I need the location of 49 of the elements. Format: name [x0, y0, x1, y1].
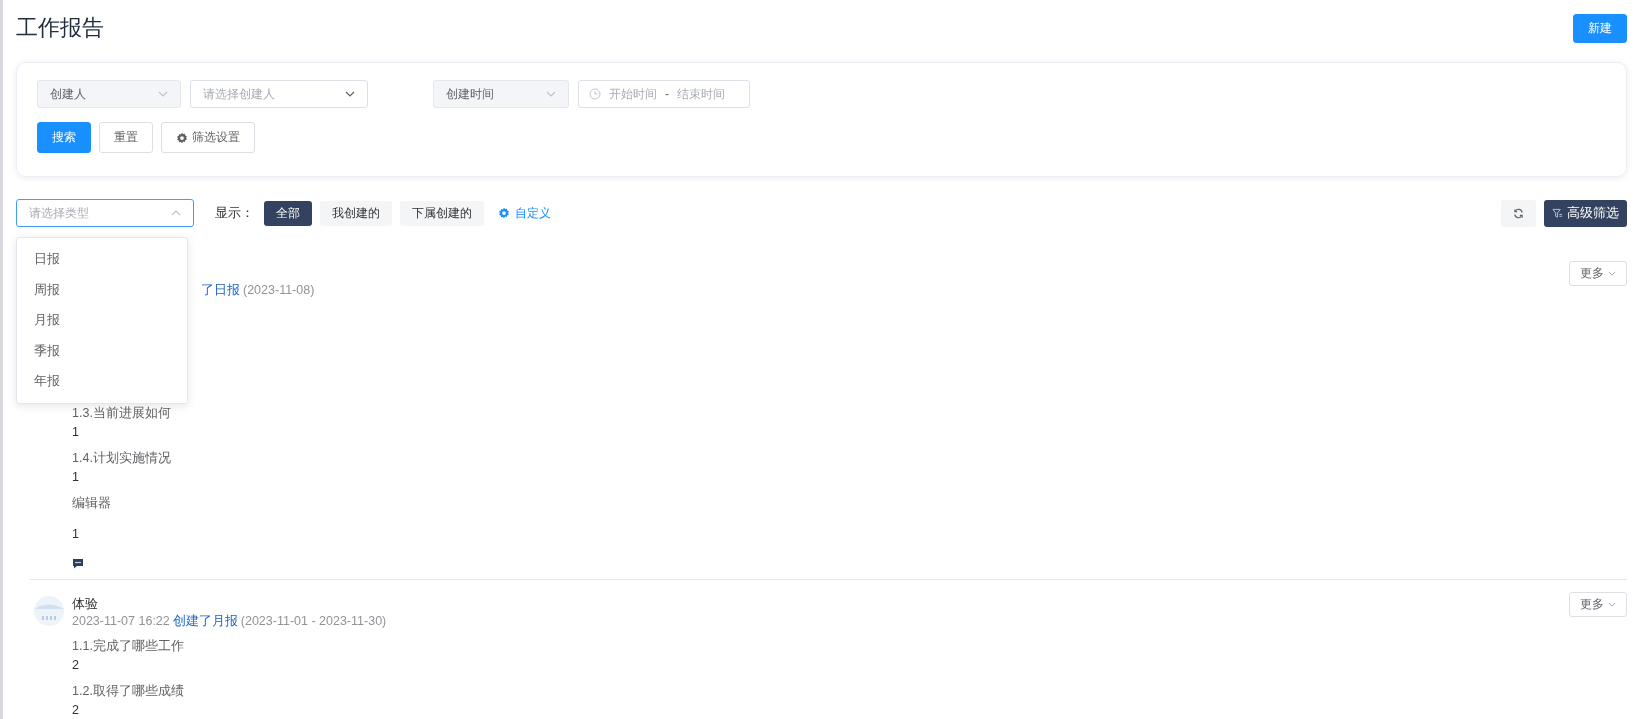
field-label: 编辑器: [72, 495, 112, 512]
author-name: 体验: [72, 596, 99, 612]
date-range-field[interactable]: 开始时间 - 结束时间: [578, 80, 750, 108]
report-date-range: (2023-11-01 - 2023-11-30): [240, 614, 387, 628]
report-date-range: (2023-11-08): [243, 283, 315, 297]
field-label: 1.1.完成了哪些工作: [72, 638, 185, 655]
chevron-icon: [171, 210, 181, 216]
reset-button[interactable]: 重置: [99, 122, 153, 153]
chevron-down-icon: [345, 91, 355, 97]
show-label: 显示：: [215, 204, 254, 222]
more-button[interactable]: 更多: [1569, 592, 1627, 617]
comment-icon[interactable]: [72, 558, 84, 569]
field-value: 2: [72, 657, 80, 674]
field-label: 1.3.当前进展如何: [72, 405, 172, 422]
filter-icon: [1552, 207, 1563, 219]
chevron-down-icon: [1608, 271, 1616, 276]
gear-icon: [176, 131, 188, 144]
report-time: 2023-11-07 16:22: [72, 614, 170, 628]
more-button[interactable]: 更多: [1569, 261, 1627, 286]
gear-icon: [498, 207, 510, 219]
field-value: 2: [72, 702, 80, 719]
dropdown-option[interactable]: 季报: [17, 335, 187, 366]
dropdown-option[interactable]: 周报: [17, 274, 187, 305]
field-value: 1: [72, 424, 80, 441]
refresh-icon: [1513, 207, 1524, 219]
show-tab[interactable]: 我创建的: [320, 200, 392, 226]
dropdown-option[interactable]: 月报: [17, 305, 187, 336]
dropdown-option[interactable]: 日报: [17, 244, 187, 275]
dropdown-option[interactable]: 年报: [17, 366, 187, 397]
page-title: 工作报告: [16, 14, 104, 42]
field-value: 1: [72, 526, 80, 543]
filter-settings-button[interactable]: 筛选设置: [161, 122, 255, 153]
time-field-select[interactable]: 创建时间: [433, 80, 569, 108]
field-value: 1: [72, 469, 80, 486]
refresh-button[interactable]: [1501, 199, 1536, 227]
show-tab[interactable]: 全部: [264, 200, 312, 226]
report-type-link[interactable]: 了日报: [201, 283, 240, 297]
advanced-filter-button[interactable]: 高级筛选: [1544, 199, 1627, 227]
chevron-down-icon: [546, 91, 556, 97]
clock-icon: [589, 88, 601, 100]
creator-field-select[interactable]: 创建人: [37, 80, 181, 108]
field-label: 1.2.取得了哪些成绩: [72, 683, 185, 700]
chevron-down-icon: [1608, 602, 1616, 607]
field-label: 1.4.计划实施情况: [72, 450, 172, 467]
report-type-link[interactable]: 创建了月报: [172, 614, 238, 628]
chevron-down-icon: [158, 91, 168, 97]
customize-link[interactable]: 自定义: [498, 204, 551, 222]
show-tab[interactable]: 下属创建的: [400, 200, 484, 226]
avatar: [34, 596, 64, 626]
